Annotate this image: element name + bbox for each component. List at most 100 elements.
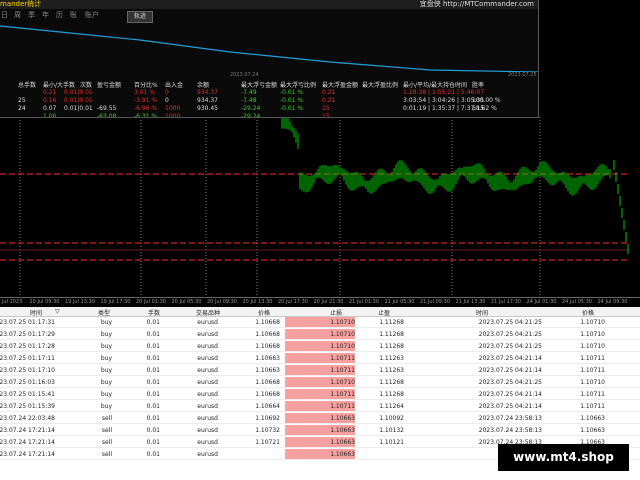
stats-cell: -0.01 % [280,89,304,96]
time-axis-label: 20 Jul 05:30 [171,299,202,305]
table-cell: 1.10711 [580,367,605,374]
equity-line [0,25,538,72]
column-header[interactable]: 止损 [330,308,342,317]
stats-header: 胜率 [472,82,485,89]
stats-cell: 0 [165,97,169,104]
stats-cell: 930.45 [197,105,218,112]
table-cell: eurusd [197,403,218,410]
table-cell: sell [101,439,112,446]
time-axis-label: 20 Jul 17:30 [278,299,308,305]
table-cell: 1.10092 [379,415,404,422]
table-cell: 1.10711 [285,365,355,375]
column-header[interactable]: 交易品种 [196,308,220,317]
table-cell: buy [100,367,112,374]
stats-money-cell: -63.08 [97,113,117,118]
time-axis-label: 21 Jul 05:30 [384,299,415,305]
stats-cell: 25 [18,97,26,104]
table-row[interactable]: 2023.07.25 01:15:41 buy 0.01 eurusd 1.10668 1… [0,389,640,400]
table-cell: 1.10711 [285,353,355,363]
table-cell: 0.01 [146,391,160,398]
sort-icon[interactable]: ▽ [55,308,60,315]
stats-cell: 0 [165,89,169,96]
table-cell: 2023.07.25 04:21:25 [478,331,542,338]
column-header[interactable]: 时间 [476,308,488,317]
stats-header: 盈亏金额 [97,82,122,89]
table-cell: 0.01 [146,319,160,326]
equity-curve [0,25,538,72]
table-row[interactable]: 2023.07.25 01:16:03 buy 0.01 eurusd 1.10668 1… [0,377,640,388]
table-row[interactable]: 2023.07.25 01:17:10 buy 0.01 eurusd 1.10663 1… [0,365,640,376]
stats-cell: -6.96 % [134,105,158,112]
stats-header: 最大浮盈金额 [322,82,359,89]
stats-cell: 58.62 % [472,105,497,112]
table-cell: eurusd [197,319,218,326]
statistics-panel: mander统计 宜盘侠 http://MTCommander.com 日 周 … [0,0,539,118]
table-row[interactable]: 2023.07.25 01:17:31 buy 0.01 eurusd 1.10668 1… [0,317,640,328]
table-cell: 1.10668 [255,343,280,350]
table-cell: 1.10663 [255,355,280,362]
column-header[interactable]: 手数 [148,308,160,317]
stats-header: 最大浮亏金额 [241,82,278,89]
column-header[interactable]: 类型 [98,308,110,317]
graph-date-left: 2023.07.24 [230,72,259,78]
stats-titlebar: mander统计 宜盘侠 http://MTCommander.com [0,0,538,9]
table-cell: buy [100,331,112,338]
price-chart[interactable]: mander统计 宜盘侠 http://MTCommander.com 日 周 … [0,0,640,307]
column-header[interactable]: 价格 [582,308,594,317]
stats-cell: -0.01 % [280,97,304,104]
table-cell: 1.11268 [379,343,404,350]
table-cell: buy [100,355,112,362]
column-header[interactable]: 时间 [30,308,42,317]
stats-cell: -7.49 [241,89,257,96]
table-cell: 1.10121 [379,439,404,446]
table-cell: buy [100,403,112,410]
time-axis-label: 20 Jul 2023 [0,299,23,305]
table-cell: 1.10711 [580,355,605,362]
table-cell: 2023.07.25 04:21:25 [478,379,542,386]
stats-header: 最小/平均/最大持仓时间 [403,82,468,89]
table-cell: 2023.07.24 17:21:14 [0,427,55,434]
stats-cell: 0.21 [43,89,57,96]
table-row[interactable]: 2023.07.25 01:17:28 buy 0.01 eurusd 1.10668 1… [0,341,640,352]
table-cell: eurusd [197,415,218,422]
stats-header: 总手数 [18,82,37,89]
time-axis-label: 24 Jul 05:30 [562,299,592,305]
table-row[interactable]: 2023.07.25 01:17:11 buy 0.01 eurusd 1.10663 1… [0,353,640,364]
table-cell: eurusd [197,355,218,362]
table-cell: 1.10710 [580,331,605,338]
stats-header: 最大浮盈比例 [362,82,399,89]
table-cell: 1.10710 [285,341,355,351]
table-cell: 1.10732 [255,427,280,434]
time-axis-label: 21 Jul 09:30 [420,299,450,305]
time-axis-label: 21 Jul 13:30 [455,299,486,305]
table-cell: 1.11263 [379,355,404,362]
graph-date-right: 2023.07.25 [508,72,537,78]
stats-cell: 0.01|0.01 [64,105,93,112]
time-axis-label: 24 Jul 01:30 [526,299,557,305]
table-cell: 1.10711 [580,391,605,398]
table-cell: 1.10710 [285,329,355,339]
table-cell: 0.01 [146,427,160,434]
table-cell: 1.10132 [379,427,404,434]
stats-cell: 0.16 [43,97,57,104]
column-header[interactable]: 止盈 [378,308,390,317]
table-cell: 0.01 [146,439,160,446]
brand-label: 宜盘侠 http://MTCommander.com [419,0,534,8]
table-cell: sell [101,427,112,434]
stats-cell: -0.01 % [280,105,304,112]
table-cell: 2023.07.25 01:15:41 [0,391,55,398]
table-cell: sell [101,415,112,422]
stats-cell: 1000 [165,113,181,118]
table-cell: sell [101,451,112,458]
stats-cell: 1:28:38 | 1:55:21 | 5:46:07 [403,89,485,96]
table-row[interactable]: 2023.07.24 22:03:48 sell 0.01 eurusd 1.10692… [0,413,640,424]
table-row[interactable]: 2023.07.24 17:21:14 sell 0.01 eurusd 1.10732… [0,425,640,436]
table-cell: 1.10663 [285,413,355,423]
table-cell: 1.10663 [285,425,355,435]
table-row[interactable]: 2023.07.25 01:15:39 buy 0.01 eurusd 1.10664 1… [0,401,640,412]
table-cell: 1.10711 [580,403,605,410]
table-row[interactable]: 2023.07.25 01:17:29 buy 0.01 eurusd 1.10668 1… [0,329,640,340]
table-cell: 1.10711 [285,389,355,399]
column-header[interactable]: 价格 [258,308,270,317]
stats-cell: -6.31 % [134,113,158,118]
